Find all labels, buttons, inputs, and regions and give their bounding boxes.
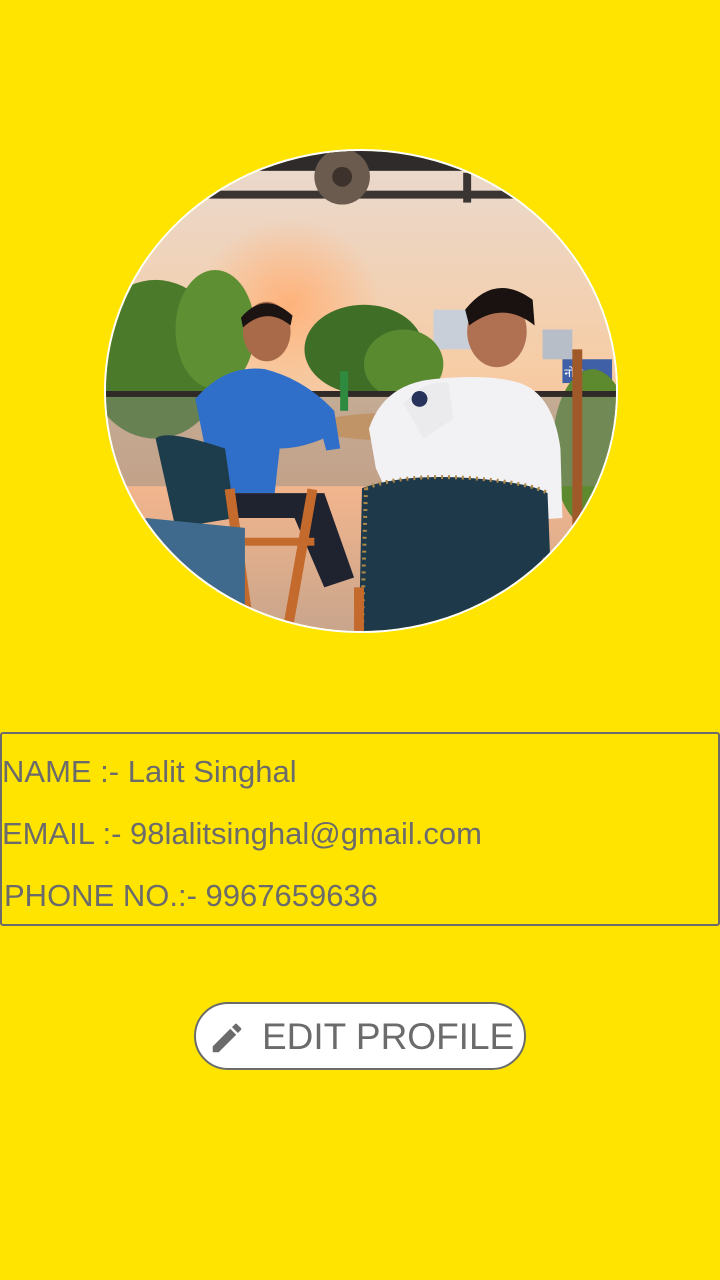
phone-text: PHONE NO.:- 9967659636 bbox=[4, 878, 378, 913]
edit-profile-label: EDIT PROFILE bbox=[262, 1016, 515, 1057]
pencil-icon bbox=[212, 1023, 242, 1053]
email-text: EMAIL :- 98lalitsinghal@gmail.com bbox=[2, 816, 483, 851]
profile-photo-image: नोज bbox=[106, 151, 616, 631]
profile-info-box: NAME :- Lalit Singhal EMAIL :- 98lalitsi… bbox=[0, 732, 720, 926]
edit-profile-button[interactable]: EDIT PROFILE bbox=[194, 1002, 526, 1070]
profile-photo: नोज bbox=[104, 149, 618, 633]
name-text: NAME :- Lalit Singhal bbox=[2, 754, 297, 789]
